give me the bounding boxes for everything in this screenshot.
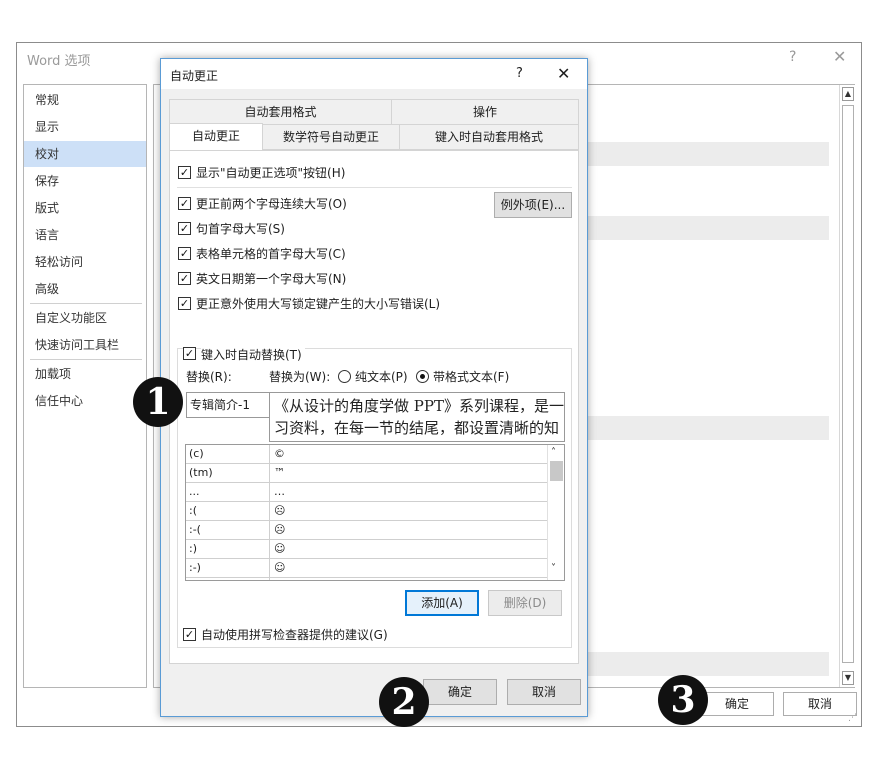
replace-while-typing-checkbox[interactable]: ✓ [183,347,196,360]
chevron-up-icon[interactable]: ˄ [551,447,556,458]
table-row[interactable]: :) ☺ [186,540,548,559]
step-marker-1: 1 [133,377,183,427]
table-row[interactable]: (c) © [186,445,548,464]
table-row[interactable]: ... … [186,483,548,502]
add-button[interactable]: 添加(A) [405,590,479,616]
sidebar-item-addins[interactable]: 加载项 [24,361,146,387]
sidebar-item-general[interactable]: 常规 [24,87,146,113]
sidebar-item-advanced[interactable]: 高级 [24,276,146,302]
capitalize-dates-label: 英文日期第一个字母大写(N) [196,272,347,286]
scroll-down-icon[interactable]: ▼ [842,671,854,685]
help-icon[interactable]: ? [516,66,523,81]
scroll-thumb[interactable] [842,105,854,663]
section-header-band [574,416,829,440]
capitalize-sentence-label: 句首字母大写(S) [196,222,285,236]
tab-math-autocorrect[interactable]: 数学符号自动更正 [262,124,400,150]
replace-with-input[interactable]: 《从设计的角度学做 PPT》系列课程，是一 习资料，在每一节的结尾，都设置清晰的… [269,392,565,442]
sidebar-item-accessibility[interactable]: 轻松访问 [24,249,146,275]
chevron-down-icon[interactable]: ˅ [551,563,556,574]
step-marker-3: 3 [658,675,708,725]
dialog-cancel-button[interactable]: 取消 [507,679,581,705]
dialog-title: 自动更正 [170,69,219,83]
spellcheck-suggestions-checkbox[interactable]: ✓ [183,628,196,641]
autocorrect-entry-list[interactable]: (c) © (tm) ™ ... … :( ☹ :-( ☹ :) ☺ :-) ☺ [185,444,565,581]
divider [177,187,572,188]
dialog-ok-button[interactable]: 确定 [423,679,497,705]
sidebar-item-save[interactable]: 保存 [24,168,146,194]
sidebar-item-trust-center[interactable]: 信任中心 [24,388,146,414]
tab-autoformat[interactable]: 自动套用格式 [169,99,392,125]
outer-ok-button[interactable]: 确定 [700,692,774,716]
caps-lock-label: 更正意外使用大写锁定键产生的大小写错误(L) [196,297,441,311]
table-row[interactable]: :-( ☹ [186,521,548,540]
sidebar-item-proofing[interactable]: 校对 [24,141,146,167]
plain-text-radio[interactable] [338,370,351,383]
replace-with-line-2: 习资料，在每一节的结尾，都设置清晰的知 [274,419,560,437]
formatted-text-label: 带格式文本(F) [433,370,510,384]
scroll-up-icon[interactable]: ▲ [842,87,854,101]
show-buttons-label: 显示"自动更正选项"按钮(H) [196,166,346,180]
sidebar-item-quick-access-toolbar[interactable]: 快速访问工具栏 [24,332,146,358]
outer-cancel-button[interactable]: 取消 [783,692,857,716]
sidebar-item-language[interactable]: 语言 [24,222,146,248]
two-initial-caps-checkbox[interactable]: ✓ [178,197,191,210]
list-scroll-thumb[interactable] [550,461,563,481]
caps-lock-checkbox[interactable]: ✓ [178,297,191,310]
tab-actions[interactable]: 操作 [391,99,579,125]
close-icon[interactable]: ✕ [557,64,570,83]
section-header-band [574,142,829,166]
section-header-band [574,216,829,240]
with-label: 替换为(W): [269,370,331,384]
tab-autoformat-as-you-type[interactable]: 键入时自动套用格式 [399,124,579,150]
table-row[interactable]: :-) ☺ [186,559,548,578]
help-icon[interactable]: ? [789,49,796,65]
replace-with-line-1: 《从设计的角度学做 PPT》系列课程，是一 [274,397,564,415]
capitalize-table-cells-checkbox[interactable]: ✓ [178,247,191,260]
replace-input[interactable]: 专辑简介-1 [186,392,270,418]
replace-label: 替换(R): [186,370,232,384]
sidebar-divider [30,303,142,304]
window-title: Word 选项 [27,54,91,69]
list-scrollbar[interactable]: ˄ ˅ [547,445,564,580]
column-divider [269,445,270,580]
plain-text-label: 纯文本(P) [355,370,408,384]
sidebar-divider [30,359,142,360]
autocorrect-dialog: 自动更正 ? ✕ 自动套用格式 操作 数学符号自动更正 键入时自动套用格式 自动… [160,58,588,717]
content-scrollbar[interactable]: ▲ ▼ [839,85,855,687]
dialog-titlebar[interactable]: 自动更正 ? ✕ [161,59,587,89]
sidebar-item-layout[interactable]: 版式 [24,195,146,221]
table-row[interactable]: :( ☹ [186,502,548,521]
sidebar-item-display[interactable]: 显示 [24,114,146,140]
two-initial-caps-label: 更正前两个字母连续大写(O) [196,197,347,211]
step-marker-2: 2 [379,677,429,727]
delete-button[interactable]: 删除(D) [488,590,562,616]
spellcheck-suggestions-label: 自动使用拼写检查器提供的建议(G) [201,628,388,642]
table-row[interactable]: (tm) ™ [186,464,548,483]
capitalize-table-cells-label: 表格单元格的首字母大写(C) [196,247,346,261]
capitalize-sentence-checkbox[interactable]: ✓ [178,222,191,235]
replace-while-typing-label: 键入时自动替换(T) [201,346,305,363]
capitalize-dates-checkbox[interactable]: ✓ [178,272,191,285]
formatted-text-radio[interactable] [416,370,429,383]
sidebar-item-customize-ribbon[interactable]: 自定义功能区 [24,305,146,331]
section-header-band [574,652,829,676]
resize-grip-icon[interactable]: ⋰ [848,713,857,723]
close-icon[interactable]: ✕ [833,47,846,66]
options-sidebar: 常规 显示 校对 保存 版式 语言 轻松访问 高级 自定义功能区 快速访问工具栏… [23,84,147,688]
exceptions-button[interactable]: 例外项(E)... [494,192,572,218]
show-buttons-checkbox[interactable]: ✓ [178,166,191,179]
tab-autocorrect[interactable]: 自动更正 [169,123,263,150]
